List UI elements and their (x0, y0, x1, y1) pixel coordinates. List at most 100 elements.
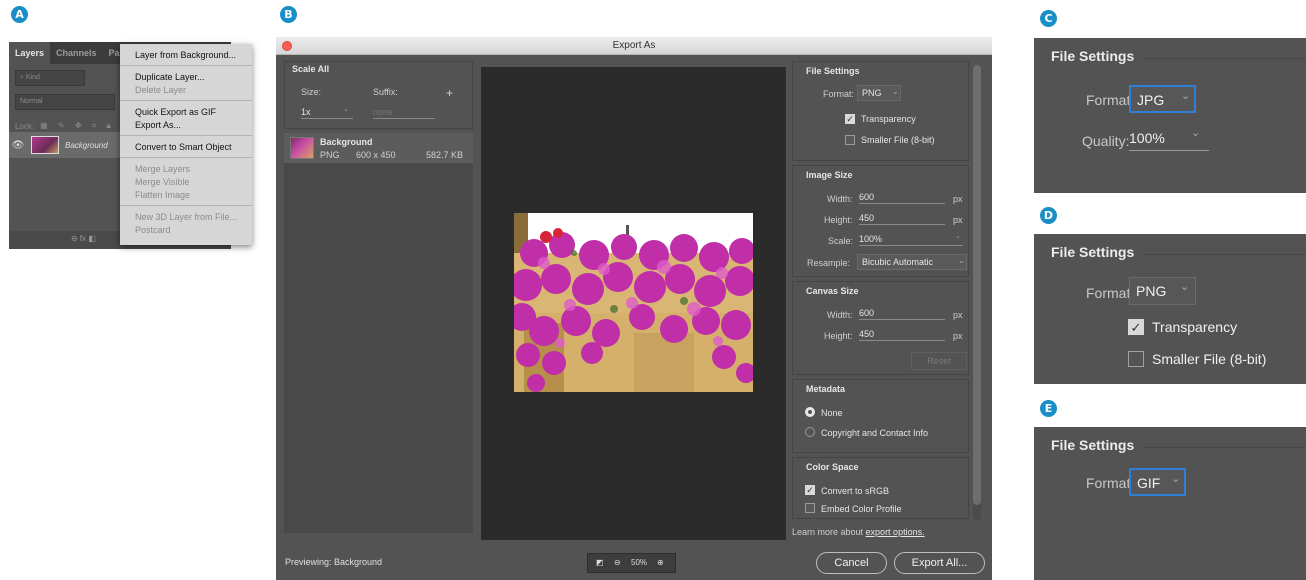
smaller-file-label: Smaller File (8-bit) (1152, 351, 1267, 367)
metadata-title: Metadata (806, 384, 846, 394)
menu-item-quick-export-gif[interactable]: Quick Export as GIF (120, 105, 252, 118)
lock-label: Lock: (15, 121, 35, 131)
reset-button[interactable]: Reset (911, 352, 967, 370)
settings-scrollbar[interactable] (973, 65, 981, 520)
preview-area[interactable] (481, 67, 786, 540)
file-settings-title: File Settings (806, 66, 860, 76)
learn-more-text: Learn more about export options. (792, 527, 925, 537)
menu-item-delete-layer: Delete Layer (135, 85, 187, 95)
asset-dimensions: 600 x 450 (356, 150, 396, 160)
image-height-label: Height: (824, 215, 853, 225)
image-height-unit: px (953, 215, 963, 225)
menu-item-duplicate-layer[interactable]: Duplicate Layer... (120, 70, 252, 83)
smaller-file-checkbox[interactable] (845, 135, 855, 145)
file-settings-title: File Settings (1051, 437, 1135, 453)
image-width-input[interactable]: 600 (859, 192, 945, 204)
format-select[interactable]: GIF ⌄ (1129, 468, 1186, 496)
metadata-group: Metadata None Copyright and Contact Info (792, 379, 969, 453)
menu-separator (120, 205, 252, 206)
transparency-checkbox[interactable]: ✓ (845, 114, 855, 124)
divider (1144, 447, 1306, 448)
scale-value: 100% (859, 234, 883, 244)
scale-select[interactable]: 100% ⌄ (859, 233, 963, 246)
scrollbar-thumb[interactable] (973, 65, 981, 505)
quality-select[interactable]: 100% ⌄ (1129, 127, 1209, 151)
export-options-link[interactable]: export options. (866, 527, 925, 537)
smaller-file-checkbox[interactable] (1128, 351, 1144, 367)
format-value: PNG (1136, 283, 1167, 299)
layer-context-menu: Layer from Background... Duplicate Layer… (120, 44, 252, 245)
chevron-down-icon: ⌄ (892, 87, 899, 96)
image-size-title: Image Size (806, 170, 853, 180)
convert-srgb-checkbox[interactable]: ✓ (805, 485, 815, 495)
chevron-down-icon: ⌄ (955, 233, 961, 240)
resample-select[interactable]: Bicubic Automatic ⌄ (857, 254, 967, 270)
size-select[interactable]: 1x ⌄ (301, 106, 353, 119)
asset-list: Background PNG 600 x 450 582.7 KB (284, 133, 473, 533)
transparency-label: Transparency (861, 114, 916, 124)
close-button[interactable] (282, 41, 292, 51)
export-all-button[interactable]: Export All... (894, 552, 985, 574)
menu-item-convert-smart-object[interactable]: Convert to Smart Object (120, 140, 252, 153)
asset-format: PNG (320, 150, 340, 160)
divider (1144, 254, 1306, 255)
fit-screen-icon[interactable]: ◩ (596, 558, 604, 567)
metadata-copyright-label: Copyright and Contact Info (821, 428, 929, 438)
cancel-button[interactable]: Cancel (816, 552, 887, 574)
canvas-height-input[interactable]: 450 (859, 329, 945, 341)
left-column: Scale All Size: Suffix: + 1x ⌄ none Back… (284, 61, 473, 541)
format-value: JPG (1137, 92, 1165, 108)
image-height-input[interactable]: 450 (859, 213, 945, 225)
menu-separator (120, 65, 252, 66)
image-width-unit: px (953, 194, 963, 204)
format-select[interactable]: PNG ⌄ (1129, 277, 1196, 305)
quality-value: 100% (1129, 130, 1165, 146)
badge-d: D (1040, 207, 1057, 224)
file-settings-title: File Settings (1051, 48, 1135, 64)
scale-all-group: Scale All Size: Suffix: + 1x ⌄ none (284, 61, 473, 129)
blend-mode-select[interactable]: Normal (15, 94, 115, 110)
resample-label: Resample: (807, 258, 851, 268)
resample-value: Bicubic Automatic (862, 257, 934, 267)
lock-icons[interactable]: ▦ ✎ ✥ ⌗ 🔒︎ (40, 121, 115, 131)
image-width-label: Width: (827, 194, 853, 204)
metadata-copyright-radio[interactable] (805, 427, 815, 437)
color-space-group: Color Space ✓ Convert to sRGB Embed Colo… (792, 457, 969, 519)
tab-layers[interactable]: Layers (9, 42, 51, 64)
menu-item-flatten-image: Flatten Image (135, 190, 191, 200)
layer-filter-kind[interactable]: ⌕ Kind (15, 70, 85, 86)
dialog-title: Export As (612, 40, 656, 51)
add-scale-button[interactable]: + (446, 86, 453, 100)
canvas-width-label: Width: (827, 310, 853, 320)
canvas-width-input[interactable]: 600 (859, 308, 945, 320)
transparency-checkbox[interactable]: ✓ (1128, 319, 1144, 335)
suffix-input[interactable]: none (373, 107, 435, 119)
badge-c: C (1040, 10, 1057, 27)
zoom-in-icon[interactable]: ⊕ (657, 558, 664, 567)
menu-item-layer-from-background[interactable]: Layer from Background... (120, 48, 252, 61)
tab-channels[interactable]: Channels (50, 42, 103, 64)
asset-item-background[interactable]: Background PNG 600 x 450 582.7 KB (284, 133, 473, 163)
embed-profile-checkbox[interactable] (805, 503, 815, 513)
format-select[interactable]: JPG ⌄ (1129, 85, 1196, 113)
metadata-none-radio[interactable] (805, 407, 815, 417)
format-label: Format: (1086, 285, 1135, 301)
format-value: PNG (862, 88, 882, 98)
right-column: File Settings Format: PNG ⌄ ✓ Transparen… (792, 57, 969, 542)
eye-icon[interactable]: 👁︎ (9, 140, 27, 151)
size-label: Size: (301, 87, 322, 97)
format-select[interactable]: PNG ⌄ (857, 85, 901, 101)
zoom-out-icon[interactable]: ⊖ (614, 558, 621, 567)
badge-b: B (280, 6, 297, 23)
learn-more-prefix: Learn more about (792, 527, 866, 537)
image-size-group: Image Size Width: 600 px Height: 450 px … (792, 165, 969, 277)
format-value: GIF (1137, 475, 1161, 491)
chevron-down-icon: ⌄ (958, 256, 965, 265)
menu-item-export-as[interactable]: Export As... (120, 118, 252, 131)
asset-thumbnail (290, 137, 314, 159)
previewing-label: Previewing: Background (285, 557, 383, 567)
menu-separator (120, 135, 252, 136)
menu-item-new-3d-layer: New 3D Layer from File... (135, 212, 238, 222)
size-value: 1x (301, 107, 311, 117)
scale-label: Scale: (828, 236, 854, 246)
